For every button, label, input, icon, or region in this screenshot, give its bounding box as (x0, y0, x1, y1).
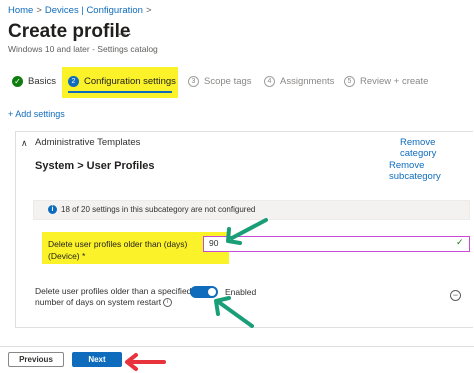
valid-check-icon: ✓ (456, 237, 464, 247)
subcategory-title: System > User Profiles (35, 160, 155, 172)
info-banner-text: 18 of 20 settings in this subcategory ar… (61, 204, 256, 214)
step-scope-tags[interactable]: 3 Scope tags (188, 76, 252, 87)
breadcrumb-separator-icon: > (145, 5, 152, 16)
step-assignments[interactable]: 4 Assignments (264, 76, 334, 87)
category-name: Administrative Templates (35, 137, 141, 148)
step-label: Configuration settings (84, 76, 176, 87)
remove-subcategory-link[interactable]: Remove subcategory (389, 160, 474, 182)
step-review-create[interactable]: 5 Review + create (344, 76, 428, 87)
step-number: 3 (188, 76, 199, 87)
info-icon[interactable]: i (163, 298, 173, 308)
more-options-icon[interactable]: ... (118, 22, 133, 38)
remove-setting-icon[interactable]: − (450, 290, 461, 301)
step-configuration-settings[interactable]: 2 Configuration settings (68, 76, 176, 87)
delete-restart-label: Delete user profiles older than a specif… (35, 286, 215, 308)
footer-divider (0, 346, 474, 347)
check-icon: ✓ (12, 76, 23, 87)
add-settings-link[interactable]: + Add settings (8, 109, 65, 119)
active-step-underline (68, 91, 172, 93)
page-title: Create profile (8, 21, 131, 42)
remove-category-link[interactable]: Remove category (400, 137, 474, 159)
step-label: Basics (28, 76, 56, 87)
info-icon: i (48, 205, 57, 214)
delete-older-label: Delete user profiles older than (days) (… (48, 239, 188, 261)
toggle-knob (208, 288, 216, 296)
delete-older-days-input[interactable]: 90 (203, 236, 470, 252)
step-number: 2 (68, 76, 79, 87)
red-arrow-icon (125, 353, 166, 371)
step-label: Scope tags (204, 76, 252, 87)
page-subtitle: Windows 10 and later - Settings catalog (8, 44, 158, 54)
chevron-up-icon[interactable]: ∧ (21, 138, 28, 149)
step-number: 4 (264, 76, 275, 87)
step-number: 5 (344, 76, 355, 87)
toggle-state-label: Enabled (225, 286, 257, 297)
breadcrumb-devices-link[interactable]: Devices | Configuration (45, 5, 143, 16)
next-button[interactable]: Next (72, 352, 122, 367)
step-basics[interactable]: ✓ Basics (12, 76, 56, 87)
breadcrumb-home-link[interactable]: Home (8, 5, 33, 16)
delete-restart-toggle[interactable] (190, 286, 218, 298)
breadcrumb-separator-icon: > (36, 5, 42, 16)
previous-button[interactable]: Previous (8, 352, 64, 367)
breadcrumb: Home > Devices | Configuration > (8, 5, 155, 16)
step-label: Review + create (360, 76, 429, 87)
step-label: Assignments (280, 76, 335, 87)
